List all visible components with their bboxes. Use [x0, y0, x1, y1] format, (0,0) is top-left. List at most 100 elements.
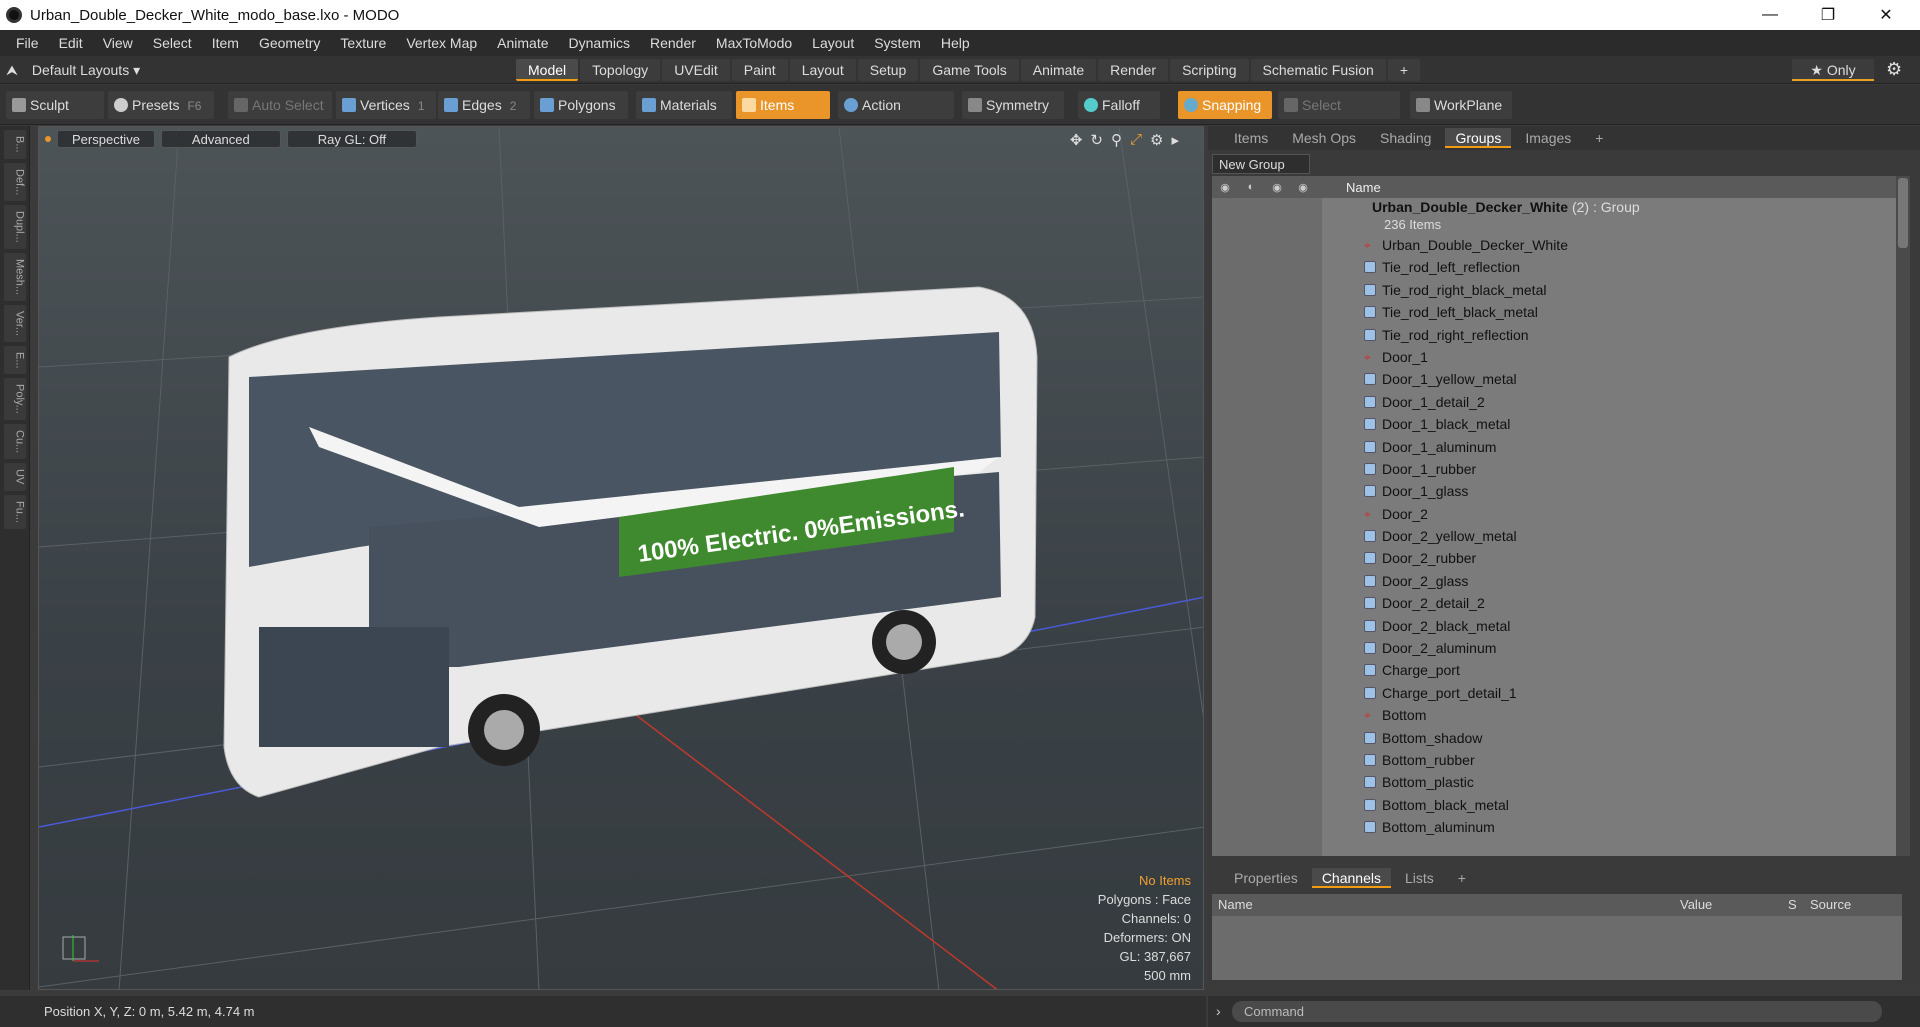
menu-maxtomodo[interactable]: MaxToModo [706, 30, 802, 56]
list-item[interactable]: Door_1_yellow_metal [1212, 368, 1902, 390]
list-item[interactable]: Door_1_black_metal [1212, 413, 1902, 435]
list-item[interactable]: Door_1_aluminum [1212, 436, 1902, 458]
tab-animate[interactable]: Animate [1020, 59, 1097, 81]
menu-vertex-map[interactable]: Vertex Map [396, 30, 487, 56]
viewport-arrow-icon[interactable]: ▸ [1171, 131, 1179, 149]
add-panel-tab-button[interactable]: + [1585, 128, 1613, 148]
tab-scripting[interactable]: Scripting [1170, 59, 1249, 81]
menu-texture[interactable]: Texture [330, 30, 396, 56]
tab-properties[interactable]: Properties [1224, 868, 1308, 888]
list-item[interactable]: Bottom_black_metal [1212, 794, 1902, 816]
tab-model[interactable]: Model [516, 59, 579, 81]
polygons-button[interactable]: Polygons [534, 91, 628, 119]
list-item[interactable]: Bottom_rubber [1212, 749, 1902, 771]
list-item[interactable]: Door_2_glass [1212, 570, 1902, 592]
menu-layout[interactable]: Layout [802, 30, 864, 56]
list-item[interactable]: ⌖ Bottom [1212, 704, 1902, 726]
action-center-button[interactable]: Action Center [838, 91, 954, 141]
sculpt-button[interactable]: Sculpt [6, 91, 104, 119]
perspective-button[interactable]: Perspective [57, 130, 155, 148]
group-root-row[interactable]: Urban_Double_Decker_White (2) : Group 23… [1212, 198, 1902, 234]
tab-mesh-ops[interactable]: Mesh Ops [1282, 128, 1366, 148]
tab-topology[interactable]: Topology [580, 59, 661, 81]
tab-layout[interactable]: Layout [789, 59, 856, 81]
list-item[interactable]: ⌖ Door_2 [1212, 503, 1902, 525]
select-through-button[interactable]: Select Through [1278, 91, 1400, 141]
tab-channels[interactable]: Channels [1311, 868, 1391, 888]
channel-name-header[interactable]: Name [1218, 894, 1253, 916]
left-tool-curve[interactable]: Cu... [3, 424, 26, 460]
list-item[interactable]: Bottom_shadow [1212, 727, 1902, 749]
menu-render[interactable]: Render [640, 30, 706, 56]
select-icon[interactable]: ◉ [1290, 181, 1316, 194]
list-item[interactable]: Door_2_black_metal [1212, 615, 1902, 637]
menu-system[interactable]: System [864, 30, 931, 56]
edges-button[interactable]: Edges 2 [438, 91, 530, 119]
channel-value-header[interactable]: Value [1680, 894, 1712, 916]
move-icon[interactable]: ✥ [1070, 131, 1083, 149]
gear-icon[interactable]: ⚙ [1886, 59, 1902, 80]
list-item[interactable]: Bottom_aluminum [1212, 816, 1902, 838]
left-tool-b[interactable]: B... [3, 130, 26, 159]
menu-animate[interactable]: Animate [487, 30, 558, 56]
left-tool-mesh[interactable]: Mesh... [3, 252, 26, 301]
tab-render[interactable]: Render [1098, 59, 1169, 81]
menu-file[interactable]: File [6, 30, 49, 56]
list-item[interactable]: Door_1_detail_2 [1212, 391, 1902, 413]
new-group-button[interactable]: New Group [1212, 154, 1310, 174]
menu-item[interactable]: Item [202, 30, 249, 56]
workplane-button[interactable]: WorkPlane [1410, 91, 1512, 119]
layout-selector[interactable]: ⮝ Default Layouts ▾ [6, 59, 140, 81]
raygl-button[interactable]: Ray GL: Off [286, 130, 418, 148]
menu-help[interactable]: Help [931, 30, 980, 56]
channel-s-header[interactable]: S [1788, 894, 1797, 916]
materials-button[interactable]: Materials [636, 91, 732, 119]
menu-dynamics[interactable]: Dynamics [559, 30, 640, 56]
menu-edit[interactable]: Edit [49, 30, 93, 56]
list-item[interactable]: ⌖ Urban_Double_Decker_White [1212, 234, 1902, 256]
left-tool-uv[interactable]: UV [3, 463, 26, 491]
list-item[interactable]: Door_1_rubber [1212, 458, 1902, 480]
list-item[interactable]: Door_1_glass [1212, 480, 1902, 502]
tab-items[interactable]: Items [1224, 128, 1278, 148]
render-icon[interactable]: ◐ [1238, 181, 1264, 193]
tab-setup[interactable]: Setup [857, 59, 919, 81]
list-item[interactable]: Tie_rod_right_reflection [1212, 324, 1902, 346]
left-tool-polygon[interactable]: Poly... [3, 378, 26, 421]
eye-icon[interactable]: ◉ [1212, 181, 1238, 194]
command-input[interactable]: Command [1232, 1001, 1882, 1022]
scroll-thumb[interactable] [1898, 178, 1908, 248]
add-bottom-tab-button[interactable]: + [1448, 868, 1476, 888]
menu-select[interactable]: Select [143, 30, 202, 56]
left-tool-deform[interactable]: Def... [3, 162, 26, 201]
menu-view[interactable]: View [93, 30, 143, 56]
viewport-gear-icon[interactable]: ⚙ [1150, 131, 1163, 149]
symmetry-button[interactable]: Symmetry [962, 91, 1064, 119]
left-tool-edge[interactable]: E... [3, 345, 26, 375]
channel-source-header[interactable]: Source [1810, 894, 1851, 916]
zoom-icon[interactable]: ⚲ [1111, 131, 1122, 149]
tab-lists[interactable]: Lists [1395, 868, 1444, 888]
list-item[interactable]: Bottom_plastic [1212, 771, 1902, 793]
presets-button[interactable]: Presets F6 [108, 91, 214, 119]
list-item[interactable]: Tie_rod_left_reflection [1212, 256, 1902, 278]
auto-select-button[interactable]: Auto Select [228, 91, 332, 119]
lock-icon[interactable]: ◉ [1264, 181, 1290, 194]
menu-geometry[interactable]: Geometry [249, 30, 330, 56]
add-tab-button[interactable]: + [1387, 59, 1420, 81]
snapping-button[interactable]: Snapping [1178, 91, 1272, 119]
falloff-button[interactable]: Falloff [1078, 91, 1160, 119]
list-item[interactable]: Door_2_detail_2 [1212, 592, 1902, 614]
vertices-button[interactable]: Vertices 1 [336, 91, 436, 119]
tab-paint[interactable]: Paint [731, 59, 788, 81]
fit-icon[interactable]: ⤢ [1130, 131, 1142, 149]
tab-uvedit[interactable]: UVEdit [662, 59, 730, 81]
list-item[interactable]: Door_2_aluminum [1212, 637, 1902, 659]
close-icon[interactable]: ✕ [1858, 0, 1914, 30]
only-button[interactable]: ★ Only [1792, 59, 1874, 81]
restore-icon[interactable]: ❐ [1800, 0, 1856, 30]
list-item[interactable]: Tie_rod_right_black_metal [1212, 279, 1902, 301]
list-item[interactable]: Door_2_yellow_metal [1212, 525, 1902, 547]
left-tool-duplicate[interactable]: Dupl... [3, 204, 26, 249]
tab-groups[interactable]: Groups [1445, 128, 1512, 148]
